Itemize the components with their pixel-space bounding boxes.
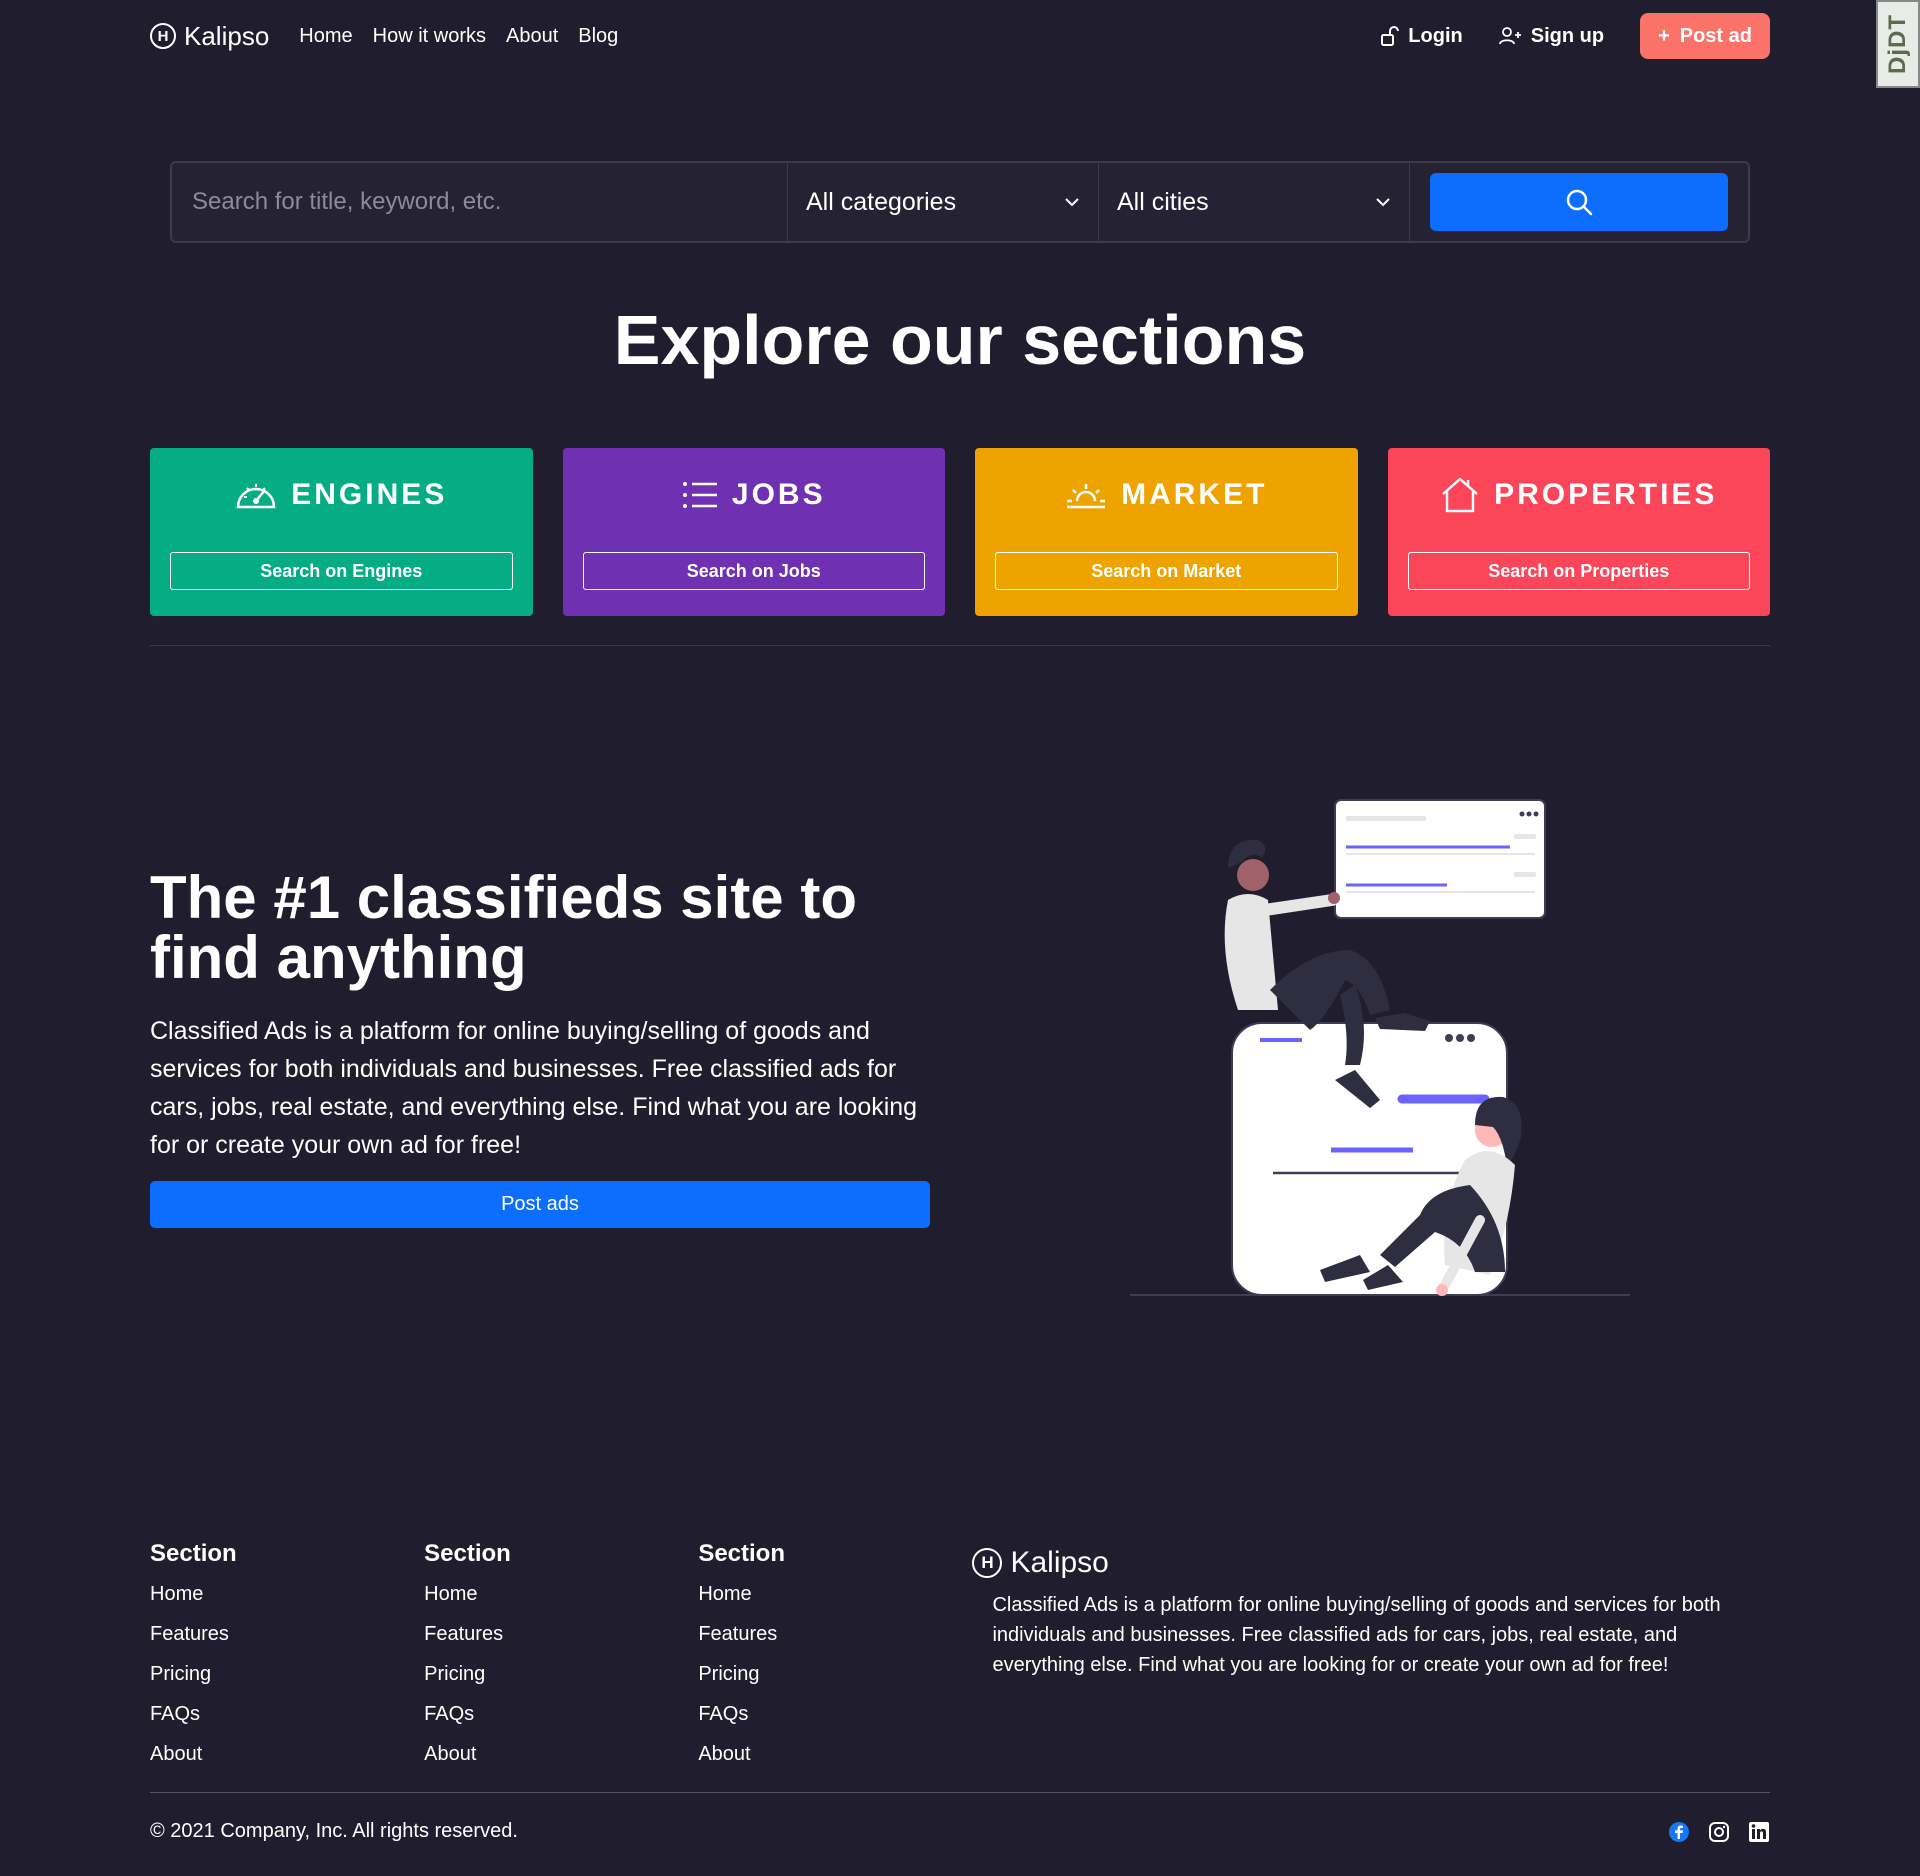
city-select[interactable]: All cities: [1099, 163, 1410, 241]
footer-heading: Section: [150, 1540, 237, 1567]
linkedin-icon[interactable]: [1748, 1821, 1770, 1843]
signup-label: Sign up: [1530, 24, 1605, 47]
house-icon: [1442, 477, 1478, 513]
search-engines-button[interactable]: Search on Engines: [170, 552, 513, 590]
chevron-down-icon: [1065, 198, 1079, 207]
search-button[interactable]: [1430, 173, 1728, 231]
nav-actions: Login Sign up + Post ad: [1380, 13, 1770, 59]
footer-link-pricing[interactable]: Pricing: [424, 1660, 698, 1700]
footer-column: Section Home Features Pricing FAQs About: [150, 1540, 424, 1780]
hero-description: Classified Ads is a platform for online …: [150, 1017, 918, 1159]
search-icon: [1566, 189, 1593, 216]
footer-link-features[interactable]: Features: [424, 1620, 698, 1660]
search-form: Search for title, keyword, etc. All cate…: [170, 161, 1750, 243]
login-label: Login: [1408, 24, 1463, 47]
post-ads-button[interactable]: Post ads: [150, 1181, 930, 1228]
footer-link-about[interactable]: About: [424, 1740, 698, 1780]
city-value: All cities: [1117, 187, 1209, 216]
footer-brand: H Kalipso Classified Ads is a platform f…: [972, 1540, 1770, 1780]
footer-link-about[interactable]: About: [698, 1740, 972, 1780]
person-plus-icon: [1498, 27, 1521, 45]
speedometer-icon: [236, 484, 276, 509]
nav-links: Home How it works About Blog: [299, 25, 618, 48]
explore-title: Explore our sections: [613, 301, 1307, 379]
card-market: MARKET Search on Market: [975, 448, 1358, 616]
footer-description: Classified Ads is a platform for online …: [992, 1594, 1721, 1676]
footer-brand-name: Kalipso: [1010, 1546, 1109, 1579]
debug-toolbar-label: DjDT: [1884, 14, 1911, 74]
unlock-icon: [1381, 26, 1400, 46]
search-placeholder: Search for title, keyword, etc.: [192, 188, 502, 215]
post-ad-button[interactable]: + Post ad: [1640, 13, 1770, 59]
list-icon: [682, 482, 717, 508]
footer-divider: [150, 1792, 1770, 1793]
footer-heading: Section: [424, 1540, 511, 1567]
sunrise-icon: [1067, 484, 1106, 509]
nav-link-home[interactable]: Home: [299, 25, 352, 48]
nav-link-blog[interactable]: Blog: [578, 25, 618, 48]
footer-link-features[interactable]: Features: [698, 1620, 972, 1660]
footer-heading: Section: [698, 1540, 785, 1567]
brand-mark-icon: H: [972, 1548, 1003, 1578]
footer-column: Section Home Features Pricing FAQs About: [424, 1540, 698, 1780]
social-links: [1668, 1821, 1770, 1843]
footer-link-home[interactable]: Home: [150, 1580, 424, 1620]
brand-logo[interactable]: H Kalipso: [150, 21, 269, 52]
copyright-text: © 2021 Company, Inc. All rights reserved…: [150, 1820, 518, 1842]
card-title: PROPERTIES: [1494, 478, 1718, 511]
nav-link-about[interactable]: About: [506, 25, 558, 48]
footer-link-home[interactable]: Home: [698, 1580, 972, 1620]
top-navbar: H Kalipso Home How it works About Blog L…: [150, 0, 1770, 72]
card-title: JOBS: [731, 478, 826, 511]
footer-link-home[interactable]: Home: [424, 1580, 698, 1620]
card-engines: ENGINES Search on Engines: [150, 448, 533, 616]
footer-bottom: © 2021 Company, Inc. All rights reserved…: [150, 1820, 1770, 1843]
footer-link-faqs[interactable]: FAQs: [698, 1700, 972, 1740]
card-properties: PROPERTIES Search on Properties: [1387, 448, 1770, 616]
section-cards: ENGINES Search on Engines JOBS Search on…: [150, 448, 1770, 616]
footer-columns: Section Home Features Pricing FAQs About…: [150, 1540, 1770, 1780]
card-jobs: JOBS Search on Jobs: [562, 448, 945, 616]
facebook-icon[interactable]: [1668, 1821, 1690, 1843]
plus-icon: +: [1658, 24, 1670, 47]
search-market-button[interactable]: Search on Market: [995, 552, 1338, 590]
footer-link-faqs[interactable]: FAQs: [150, 1700, 424, 1740]
search-jobs-button[interactable]: Search on Jobs: [582, 552, 925, 590]
search-input[interactable]: Search for title, keyword, etc.: [172, 163, 788, 241]
footer-link-features[interactable]: Features: [150, 1620, 424, 1660]
footer-link-about[interactable]: About: [150, 1740, 424, 1780]
category-value: All categories: [806, 187, 957, 216]
card-title: ENGINES: [291, 478, 448, 511]
instagram-icon[interactable]: [1708, 1821, 1730, 1843]
footer-link-faqs[interactable]: FAQs: [424, 1700, 698, 1740]
hero-title: The #1 classifieds site to find anything: [150, 864, 857, 991]
post-ad-label: Post ad: [1679, 24, 1752, 47]
footer-link-pricing[interactable]: Pricing: [698, 1660, 972, 1700]
signup-button[interactable]: Sign up: [1498, 24, 1605, 48]
card-title: MARKET: [1121, 478, 1268, 511]
footer-column: Section Home Features Pricing FAQs About: [698, 1540, 972, 1780]
chevron-down-icon: [1376, 198, 1390, 207]
debug-toolbar-handle[interactable]: DjDT: [1876, 0, 1920, 88]
footer-logo[interactable]: H Kalipso: [972, 1546, 1740, 1580]
brand-name: Kalipso: [184, 20, 270, 51]
search-properties-button[interactable]: Search on Properties: [1407, 552, 1750, 590]
footer-link-pricing[interactable]: Pricing: [150, 1660, 424, 1700]
section-divider: [150, 645, 1770, 646]
login-button[interactable]: Login: [1380, 24, 1463, 48]
hero-illustration: [1130, 799, 1630, 1296]
nav-link-how-it-works[interactable]: How it works: [373, 25, 486, 48]
brand-mark-icon: H: [150, 23, 176, 49]
category-select[interactable]: All categories: [788, 163, 1099, 241]
